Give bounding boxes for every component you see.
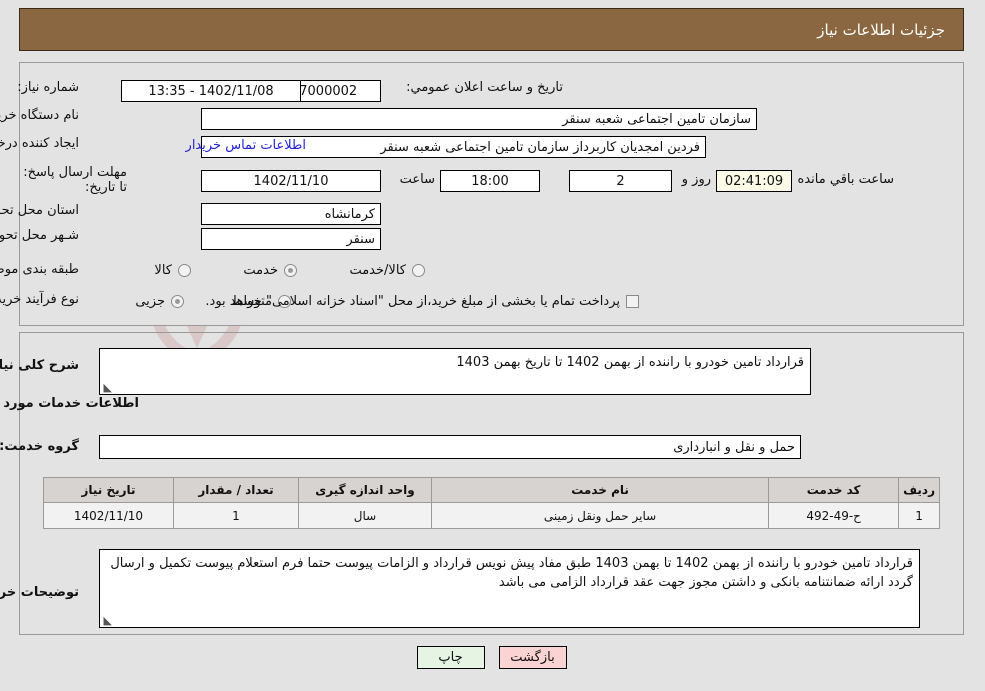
announce-datetime-row: تاریخ و ساعت اعلان عمومي: bbox=[407, 80, 564, 95]
col-service-code: کد خدمت bbox=[769, 477, 901, 503]
countdown-label: ساعت باقي مانده bbox=[798, 172, 895, 187]
announce-datetime-label: تاریخ و ساعت اعلان عمومي: bbox=[407, 80, 564, 95]
deadline-days-label: روز و bbox=[682, 172, 712, 187]
page-root: ArtaTender.net جزئیات اطلاعات نیاز شماره… bbox=[0, 0, 985, 691]
purchase-option-label: جزیی bbox=[136, 294, 166, 309]
buyer-org-field[interactable]: سازمان تامین اجتماعی شعبه سنقر bbox=[202, 108, 758, 130]
classification-option-label: خدمت bbox=[244, 263, 279, 278]
deadline-time-field[interactable]: 18:00 bbox=[441, 170, 541, 192]
city-field[interactable]: سنقر bbox=[202, 228, 382, 250]
classification-option-kala[interactable]: کالا bbox=[155, 263, 192, 278]
deadline-date-field[interactable]: 1402/11/10 bbox=[202, 170, 382, 192]
col-index: ردیف bbox=[899, 477, 941, 503]
need-number-label: شماره نیاز: bbox=[18, 80, 80, 95]
buyer-notes-textarea[interactable]: قرارداد تامین خودرو با راننده از بهمن 14… bbox=[100, 549, 921, 628]
classification-option-khedmat[interactable]: خدمت bbox=[244, 263, 298, 278]
announce-datetime-field[interactable]: 1402/11/08 - 13:35 bbox=[122, 80, 302, 102]
cell-quantity: 1 bbox=[174, 502, 300, 529]
province-field[interactable]: کرمانشاه bbox=[202, 203, 382, 225]
province-row: استان محل تحویل: bbox=[0, 203, 80, 218]
window-titlebar: جزئیات اطلاعات نیاز bbox=[20, 8, 965, 51]
countdown-field: 02:41:09 bbox=[717, 170, 793, 192]
radio-icon-jozei[interactable] bbox=[172, 295, 185, 308]
checkbox-icon-islamic-treasury[interactable] bbox=[627, 295, 640, 308]
cell-unit: سال bbox=[299, 502, 433, 529]
col-need-date: تاریخ نیاز bbox=[44, 477, 175, 503]
islamic-treasury-checkbox-label: پرداخت تمام یا بخشی از مبلغ خرید،از محل … bbox=[206, 294, 621, 309]
deadline-label: مهلت ارسال پاسخ: تا تاریخ: bbox=[24, 165, 128, 195]
back-button[interactable]: بازگشت bbox=[499, 646, 568, 669]
cell-index: 1 bbox=[899, 502, 941, 529]
deadline-time-label: ساعت bbox=[400, 172, 436, 187]
cell-service-name: سایر حمل ونقل زمینی bbox=[431, 502, 771, 529]
city-label: شـهر محل تحویل: bbox=[0, 228, 80, 243]
buyer-notes-label: توضیحات خریدار: bbox=[0, 585, 80, 600]
classification-row: طبقه بندی موضوعی: bbox=[0, 262, 80, 277]
col-quantity: تعداد / مقدار bbox=[174, 477, 300, 503]
city-row: شـهر محل تحویل: bbox=[0, 228, 80, 243]
buyer-notes-value: قرارداد تامین خودرو با راننده از بهمن 14… bbox=[111, 556, 914, 590]
table-row[interactable]: 1 ح-49-492 سایر حمل ونقل زمینی سال 1 140… bbox=[44, 502, 941, 529]
cell-need-date: 1402/11/10 bbox=[44, 502, 175, 529]
deadline-days-field[interactable]: 2 bbox=[570, 170, 673, 192]
need-number-row: شماره نیاز: bbox=[18, 80, 80, 95]
general-description-value: قرارداد تامین خودرو با راننده از بهمن 14… bbox=[457, 355, 805, 370]
table-header-row: ردیف کد خدمت نام خدمت واحد اندازه گیری ت… bbox=[44, 477, 941, 503]
general-description-textarea[interactable]: قرارداد تامین خودرو با راننده از بهمن 14… bbox=[100, 348, 812, 395]
radio-icon-kala[interactable] bbox=[179, 264, 192, 277]
service-group-label: گروه خدمت: bbox=[0, 439, 80, 454]
cell-service-code: ح-49-492 bbox=[769, 502, 901, 529]
purchase-option-jozei[interactable]: جزیی bbox=[136, 294, 185, 309]
requester-row: ایجاد کننده درخواست: bbox=[0, 136, 80, 151]
col-service-name: نام خدمت bbox=[431, 477, 771, 503]
page-title: جزئیات اطلاعات نیاز bbox=[818, 20, 946, 39]
radio-icon-khedmat[interactable] bbox=[285, 264, 298, 277]
buyer-org-row: نام دستگاه خریدار: bbox=[0, 108, 80, 123]
classification-option-label: کالا bbox=[155, 263, 173, 278]
services-section-title: اطلاعات خدمات مورد نیاز bbox=[0, 396, 140, 411]
radio-icon-kala-khedmat[interactable] bbox=[413, 264, 426, 277]
service-group-field[interactable]: حمل و نقل و انبارداری bbox=[100, 435, 802, 459]
button-bar: بازگشت چاپ bbox=[0, 646, 985, 669]
classification-option-label: کالا/خدمت bbox=[350, 263, 407, 278]
province-label: استان محل تحویل: bbox=[0, 203, 80, 218]
col-unit: واحد اندازه گیری bbox=[299, 477, 433, 503]
islamic-treasury-checkbox-group[interactable]: پرداخت تمام یا بخشی از مبلغ خرید،از محل … bbox=[206, 294, 640, 309]
print-button[interactable]: چاپ bbox=[417, 646, 486, 669]
purchase-process-row: نوع فرآیند خرید : bbox=[0, 292, 80, 307]
resize-grip-icon[interactable]: ◣ bbox=[103, 382, 113, 393]
purchase-process-label: نوع فرآیند خرید : bbox=[0, 292, 80, 307]
resize-grip-icon[interactable]: ◣ bbox=[103, 615, 113, 626]
classification-option-kala-khedmat[interactable]: کالا/خدمت bbox=[350, 263, 426, 278]
general-description-label: شرح کلی نیاز: bbox=[0, 358, 80, 373]
requester-label: ایجاد کننده درخواست: bbox=[0, 136, 80, 151]
buyer-contact-link[interactable]: اطلاعات تماس خریدار bbox=[187, 138, 307, 153]
services-table: ردیف کد خدمت نام خدمت واحد اندازه گیری ت… bbox=[44, 477, 941, 529]
buyer-org-label: نام دستگاه خریدار: bbox=[0, 108, 80, 123]
classification-label: طبقه بندی موضوعی: bbox=[0, 262, 80, 277]
